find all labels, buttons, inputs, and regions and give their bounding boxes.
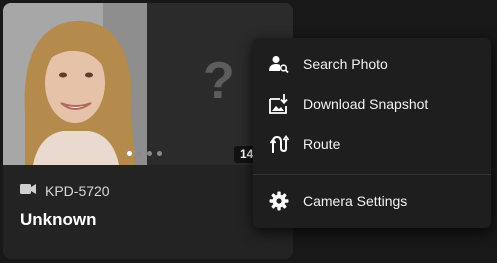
snapshot-thumbnail[interactable]: ? 14: [3,3,293,165]
person-label: Unknown [20,210,97,229]
no-image-question-icon: ? [203,52,235,110]
carousel-dot[interactable] [127,151,132,156]
camera-info: KPD-5720 [20,182,110,200]
menu-divider [253,174,491,175]
carousel-dot[interactable] [147,151,152,156]
menu-item-search-photo[interactable]: Search Photo [253,46,491,82]
menu-item-route[interactable]: Route [253,126,491,162]
menu-item-label: Download Snapshot [303,96,429,112]
carousel-dot[interactable] [137,151,142,156]
video-camera-icon [20,182,36,200]
route-icon [268,133,290,155]
menu-item-label: Camera Settings [303,193,408,209]
menu-item-camera-settings[interactable]: Camera Settings [253,183,491,219]
image-download-icon [268,93,290,115]
context-menu: Search Photo Download Snapshot Route Cam… [253,38,491,228]
carousel-dots[interactable] [127,151,162,156]
menu-item-label: Search Photo [303,56,388,72]
menu-item-label: Route [303,136,341,152]
person-search-icon [268,53,290,75]
carousel-dot[interactable] [157,151,162,156]
menu-item-download-snapshot[interactable]: Download Snapshot [253,86,491,122]
gear-icon [268,190,290,212]
face-photo [3,3,147,165]
camera-name: KPD-5720 [45,183,110,199]
event-card[interactable]: ? 14: KPD-5720 Unknown [3,3,293,259]
